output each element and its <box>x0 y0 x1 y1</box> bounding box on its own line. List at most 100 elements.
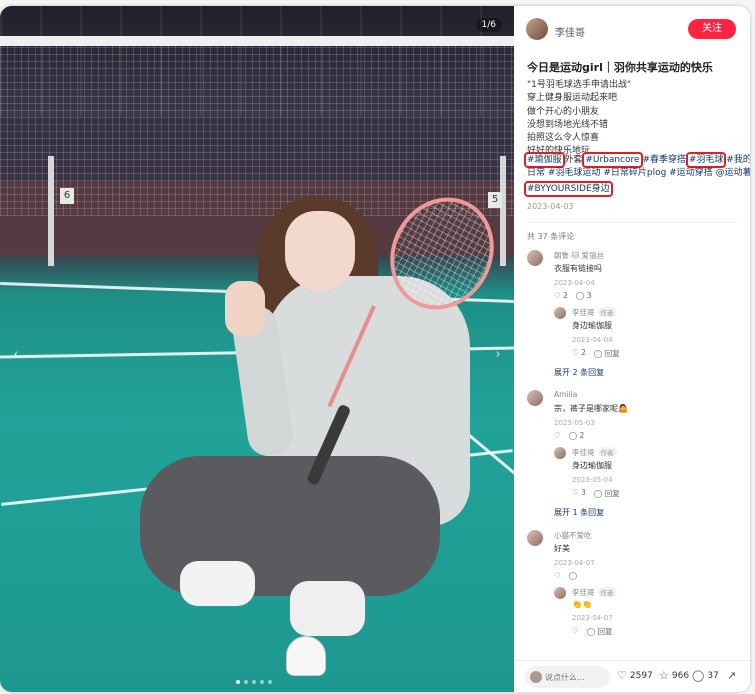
comment-button[interactable]: ◯ 37 <box>692 670 719 681</box>
carousel-dot[interactable] <box>236 680 240 684</box>
badminton-net <box>0 46 514 216</box>
comment-date: 2023-05-03 <box>554 419 595 427</box>
image-counter: 1/6 <box>475 18 502 32</box>
collect-button[interactable]: ☆ 966 <box>659 670 689 681</box>
tag-link[interactable]: #运动穿搭 <box>669 168 713 178</box>
carousel-dot[interactable] <box>244 680 248 684</box>
net-top-band <box>0 36 514 46</box>
tag-link[interactable]: #羽毛球 <box>685 152 727 168</box>
chat-icon: ◯ <box>692 669 705 682</box>
expand-replies-link[interactable]: 展开 1 条回复 <box>554 507 739 518</box>
like-button[interactable]: ♡ 3 <box>572 488 586 499</box>
chevron-left-icon[interactable]: ‹ <box>8 344 24 366</box>
reply-button[interactable]: ◯ 3 <box>576 291 592 300</box>
author-badge: 作者 <box>597 447 617 457</box>
reply-button[interactable]: ◯ 回复 <box>594 488 620 499</box>
comment-total: 37 <box>707 670 719 681</box>
heart-icon: ♡ <box>572 348 579 357</box>
reply-text: 👏👏 <box>572 600 592 609</box>
avatar[interactable] <box>527 530 543 546</box>
reply-user[interactable]: 李佳哥 <box>572 448 595 457</box>
avatar[interactable] <box>526 18 548 40</box>
follow-button[interactable]: 关注 <box>688 19 736 39</box>
tag-link[interactable]: #春季穿搭 <box>642 155 686 165</box>
comment-count: 共 37 条评论 <box>527 232 575 241</box>
comment-date: 2023-04-07 <box>554 559 595 567</box>
tag-text: 外套 <box>564 155 583 165</box>
divider <box>527 222 737 223</box>
collect-count: 966 <box>671 670 690 681</box>
author-name[interactable]: 李佳哥 <box>555 24 585 39</box>
sneaker <box>180 561 255 606</box>
peace-sign-hand <box>225 281 265 336</box>
carousel-dot[interactable] <box>268 680 272 684</box>
court-post <box>48 156 54 266</box>
window: 6 5 1/6 ‹ › 李佳哥 关注 今日是运动girl｜羽你共享运动的快乐 "… <box>0 0 755 694</box>
reply-button[interactable]: ◯ <box>569 571 577 580</box>
like-button[interactable]: ♡ <box>554 571 561 580</box>
mention-link[interactable]: @运动薯 <box>716 168 750 178</box>
tag-link[interactable]: #我的 <box>726 155 750 165</box>
like-button[interactable]: ♡ 2 <box>572 348 586 359</box>
avatar[interactable] <box>527 250 543 266</box>
reply-button[interactable]: ◯ 2 <box>569 431 585 440</box>
chat-icon: ◯ <box>568 571 578 580</box>
person-face <box>285 211 355 291</box>
author-badge: 作者 <box>597 587 617 597</box>
like-button[interactable]: ♡ 2 <box>554 291 568 300</box>
comment-reply: 李佳哥 作者 身边瑜伽服 2023-05-04 ♡ 3 ◯ 回复 <box>554 447 739 499</box>
court-post <box>500 156 506 266</box>
like-button[interactable]: ♡ 2597 <box>617 670 653 681</box>
reply-user[interactable]: 李佳哥 <box>572 308 595 317</box>
author-bar: 李佳哥 关注 <box>526 16 748 46</box>
avatar <box>530 671 542 683</box>
avatar[interactable] <box>554 447 566 459</box>
comment-user[interactable]: 朝鲁 🐱 爱丽丝 <box>554 250 739 260</box>
comment-reply: 李佳哥 作者 身边瑜伽服 2023-04-04 ♡ 2 ◯ 回复 <box>554 307 739 359</box>
comment-user[interactable]: Amilla <box>554 390 739 400</box>
like-button[interactable]: ♡ <box>572 626 579 637</box>
star-icon: ☆ <box>659 669 669 682</box>
reply-user[interactable]: 李佳哥 <box>572 588 595 597</box>
tag-link[interactable]: #羽毛球运动 <box>548 168 601 178</box>
desc-line: 做个开心的小朋友 <box>527 106 600 117</box>
tag-link[interactable]: 日常 <box>527 168 545 178</box>
comment-user[interactable]: 小猫不爱吃 <box>554 530 739 540</box>
post-date: 2023-04-03 <box>527 202 574 211</box>
tag-link[interactable]: #BYYOURSIDE身边 <box>524 181 613 197</box>
carousel-dot[interactable] <box>260 680 264 684</box>
note-content-scroll[interactable]: 今日是运动girl｜羽你共享运动的快乐 "1号羽毛球选手申请出战" 穿上健身服运… <box>514 52 750 660</box>
tag-link[interactable]: #日常碎片plog <box>603 168 666 178</box>
photo-carousel[interactable]: 6 5 1/6 ‹ › <box>0 6 514 692</box>
carousel-dot[interactable] <box>252 680 256 684</box>
share-icon: ↗ <box>727 669 737 682</box>
chat-icon: ◯ <box>575 291 585 300</box>
sneaker <box>290 581 365 636</box>
reply-text: 身边瑜伽服 <box>572 461 612 470</box>
like-button[interactable]: ♡ <box>554 431 561 440</box>
avatar[interactable] <box>554 587 566 599</box>
reply-date: 2023-04-07 <box>572 614 613 622</box>
post-title: 今日是运动girl｜羽你共享运动的快乐 <box>527 61 713 74</box>
tag-link[interactable]: #Urbancore <box>582 152 643 168</box>
expand-replies-link[interactable]: 展开 2 条回复 <box>554 367 739 378</box>
tag-link[interactable]: #瑜伽服 <box>524 152 565 168</box>
avatar[interactable] <box>554 307 566 319</box>
shuttlecock <box>286 636 326 676</box>
interaction-bar: ♡2597 ☆966 ◯37 ↗ <box>514 660 750 692</box>
chat-icon: ◯ <box>586 627 596 636</box>
comment-input[interactable] <box>545 669 605 685</box>
reply-text: 身边瑜伽服 <box>572 321 612 330</box>
chevron-right-icon[interactable]: › <box>490 344 506 366</box>
reply-date: 2023-05-04 <box>572 476 613 484</box>
post-description: "1号羽毛球选手申请出战" 穿上健身服运动起来吧 做个开心的小朋友 没想到场地光… <box>527 79 737 159</box>
reply-button[interactable]: ◯ 回复 <box>587 626 613 637</box>
comment-input-wrap[interactable] <box>525 666 610 688</box>
reply-button[interactable]: ◯ 回复 <box>594 348 620 359</box>
avatar[interactable] <box>527 390 543 406</box>
share-button[interactable]: ↗ <box>727 670 736 681</box>
chat-icon: ◯ <box>593 489 603 498</box>
comment-text: 宗，裤子是哪家呢🤷 <box>554 404 628 413</box>
court-sign: 6 <box>60 188 74 204</box>
court-sign: 5 <box>488 192 502 208</box>
